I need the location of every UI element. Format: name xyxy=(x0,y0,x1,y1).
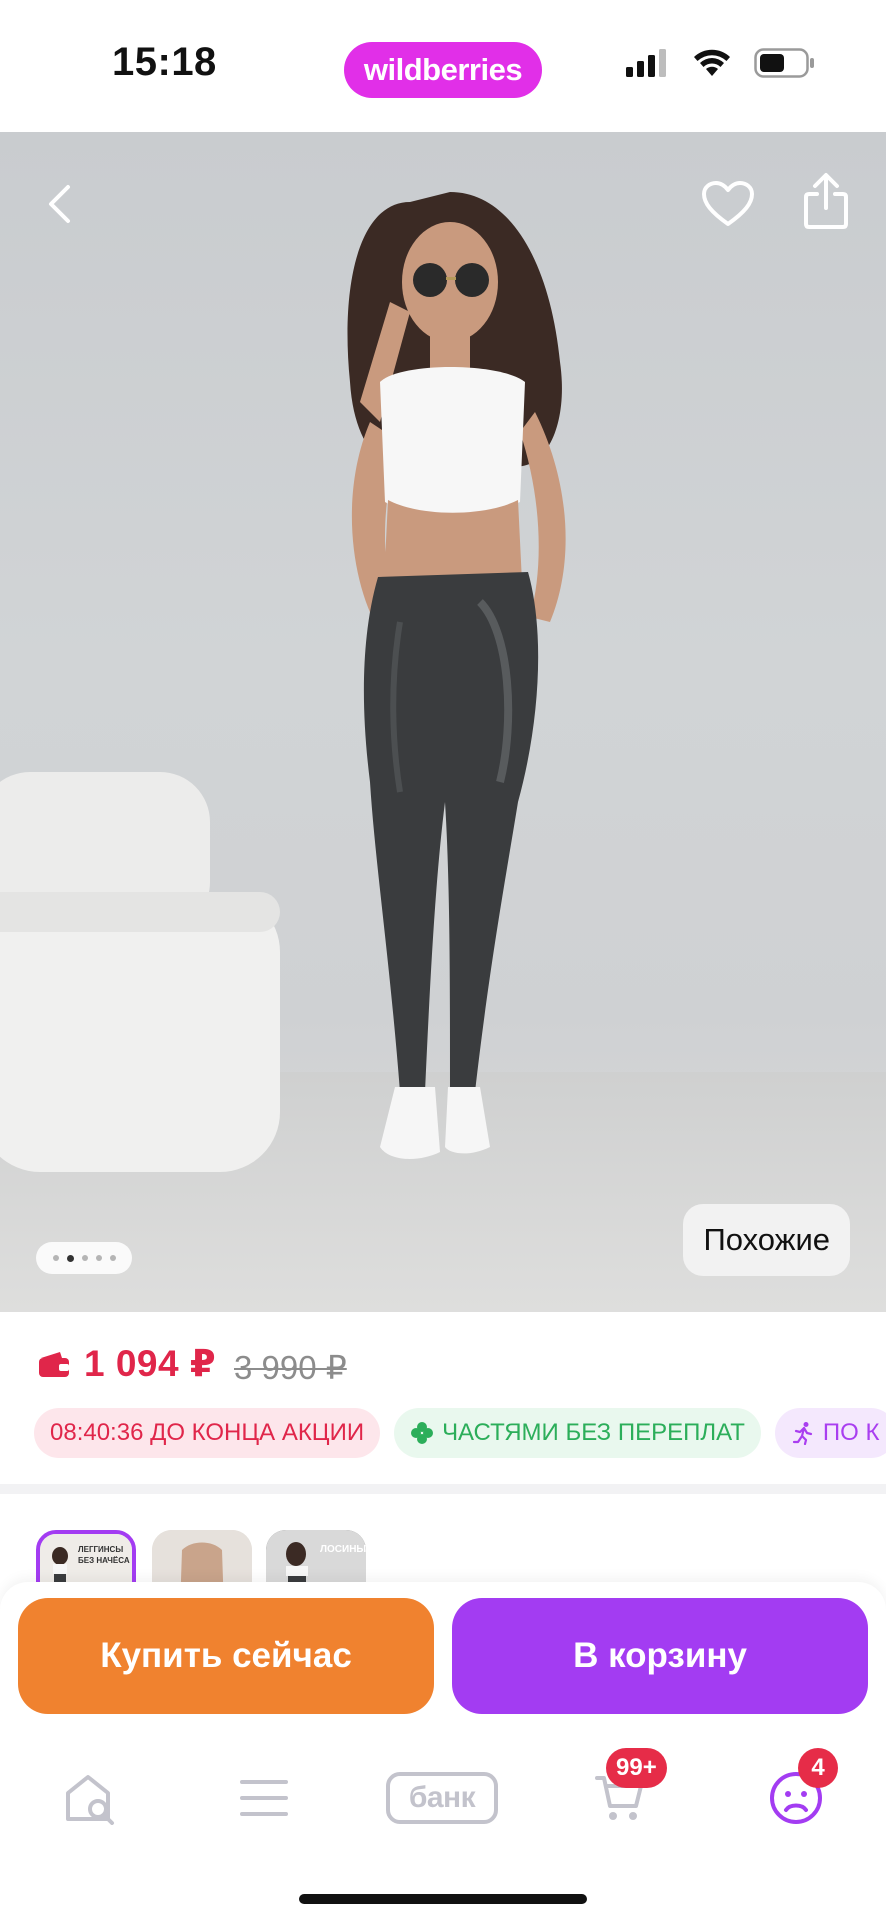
promo-chips: 08:40:36 ДО КОНЦА АКЦИИ ЧАСТЯМИ БЕЗ ПЕРЕ… xyxy=(34,1408,886,1458)
favorite-button[interactable] xyxy=(698,172,758,236)
gallery-dot xyxy=(95,1255,102,1261)
price-current: 1 094 ₽ xyxy=(84,1343,217,1384)
price-old: 3 990 ₽ xyxy=(234,1349,347,1386)
gallery-dot xyxy=(109,1255,116,1261)
profile-badge: 4 xyxy=(798,1748,838,1788)
share-button[interactable] xyxy=(796,166,856,236)
tab-bank[interactable]: банк xyxy=(382,1758,502,1838)
status-time: 15:18 xyxy=(112,40,217,84)
back-button[interactable] xyxy=(34,172,84,236)
heart-icon xyxy=(702,181,754,226)
share-icon xyxy=(804,173,848,229)
action-bar: Купить сейчас В корзину xyxy=(0,1582,886,1732)
running-person-icon xyxy=(792,1422,813,1445)
chip-timer-label: 08:40:36 ДО КОНЦА АКЦИИ xyxy=(50,1419,365,1446)
gallery-dot xyxy=(81,1255,88,1261)
gallery-dot xyxy=(52,1255,59,1261)
cellular-signal-icon xyxy=(626,49,666,77)
buy-now-button[interactable]: Купить сейчас xyxy=(18,1598,434,1714)
brand-logo: wildberries xyxy=(344,42,542,98)
tab-catalog[interactable] xyxy=(214,1758,314,1838)
bottom-tab-bar: банк 99+ 4 xyxy=(0,1732,886,1920)
similar-button[interactable]: Похожие xyxy=(683,1204,850,1276)
add-to-cart-button[interactable]: В корзину xyxy=(452,1598,868,1714)
status-icons xyxy=(626,48,816,78)
chip-delivery-label: ПО К xyxy=(822,1419,880,1446)
chip-delivery[interactable]: ПО К xyxy=(774,1408,886,1458)
bank-label-text: банк xyxy=(408,1781,476,1814)
bank-label: банк xyxy=(386,1772,498,1824)
sofa-illustration xyxy=(0,772,280,1172)
thumbnail-caption: ЛОСИНЫ xyxy=(320,1544,366,1555)
tab-profile[interactable]: 4 xyxy=(746,1748,846,1838)
product-image-gallery[interactable]: Похожие xyxy=(0,132,886,1312)
battery-icon xyxy=(754,48,814,78)
back-icon xyxy=(49,185,70,223)
chip-installments-label: ЧАСТЯМИ БЕЗ ПЕРЕПЛАТ xyxy=(442,1419,745,1446)
cart-badge: 99+ xyxy=(606,1748,667,1788)
tab-cart[interactable]: 99+ xyxy=(570,1748,670,1838)
section-divider xyxy=(0,1484,886,1494)
wifi-icon xyxy=(694,49,730,76)
status-bar: 15:18 wildberries xyxy=(0,0,886,132)
clover-icon xyxy=(411,1422,434,1444)
wallet-icon xyxy=(39,1352,69,1377)
menu-icon xyxy=(240,1780,288,1816)
tab-home[interactable] xyxy=(40,1758,140,1838)
chip-timer[interactable]: 08:40:36 ДО КОНЦА АКЦИИ xyxy=(34,1408,381,1458)
gallery-pagination xyxy=(36,1242,132,1274)
gallery-dot-active xyxy=(66,1254,74,1262)
home-search-icon xyxy=(66,1775,114,1825)
thumbnail-caption: ЛЕГГИНСЫ БЕЗ НАЧЁСА xyxy=(78,1545,130,1565)
home-indicator xyxy=(299,1894,587,1904)
price-card: 1 094 ₽ 3 990 ₽ 08:40:36 ДО КОНЦА АКЦИИ … xyxy=(0,1312,886,1484)
chip-installments[interactable]: ЧАСТЯМИ БЕЗ ПЕРЕПЛАТ xyxy=(394,1408,761,1458)
product-model-photo xyxy=(347,192,566,1159)
